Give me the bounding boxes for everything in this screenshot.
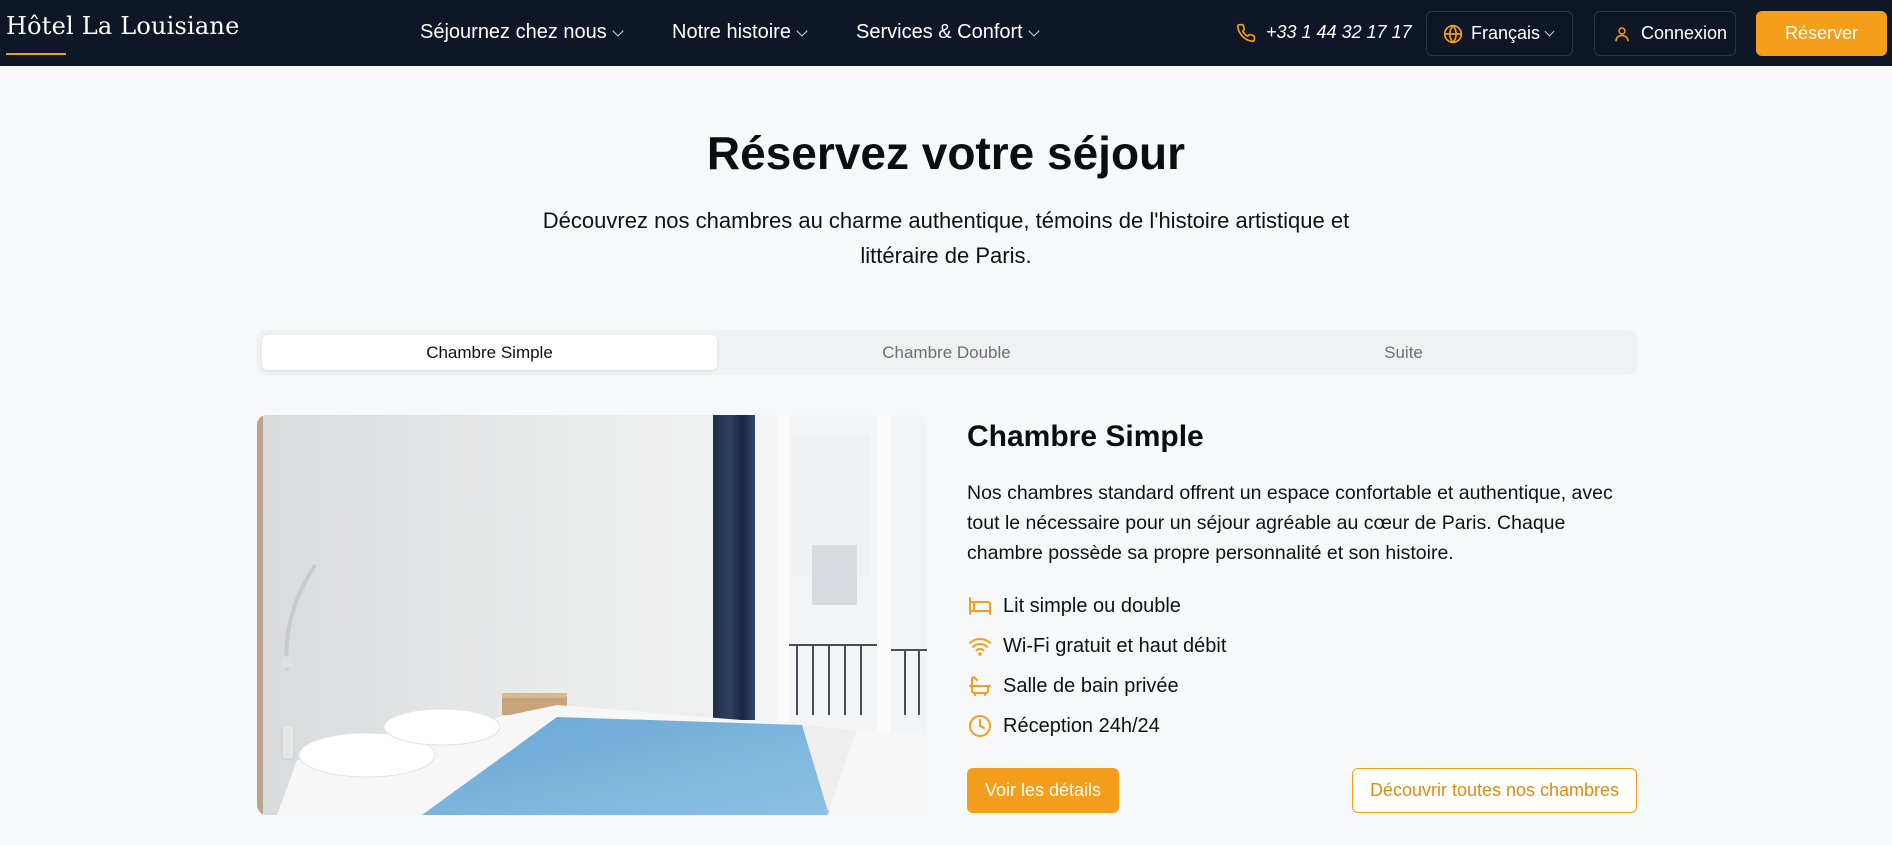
feature-item: Salle de bain privée bbox=[967, 666, 1226, 706]
page-title: Réservez votre séjour bbox=[706, 127, 1186, 179]
tab-chambre-simple[interactable]: Chambre Simple bbox=[262, 335, 717, 370]
globe-icon bbox=[1443, 23, 1463, 44]
menu-sejournez[interactable]: Séjournez chez nous bbox=[420, 21, 624, 44]
reserve-button[interactable]: Réserver bbox=[1756, 11, 1887, 56]
phone-number: +33 1 44 32 17 17 bbox=[1266, 22, 1412, 42]
discover-all-rooms-button[interactable]: Découvrir toutes nos chambres bbox=[1352, 768, 1637, 813]
menu-histoire[interactable]: Notre histoire bbox=[672, 21, 808, 44]
room-title: Chambre Simple bbox=[967, 420, 1204, 453]
top-navbar: Hôtel La Louisiane Séjournez chez nous N… bbox=[0, 0, 1892, 66]
room-features-list: Lit simple ou double Wi-Fi gratuit et ha… bbox=[967, 586, 1226, 746]
menu-sejournez-label: Séjournez chez nous bbox=[420, 21, 607, 43]
chevron-down-icon bbox=[1028, 24, 1040, 37]
feature-item: Lit simple ou double bbox=[967, 586, 1226, 626]
bed-icon bbox=[967, 593, 993, 619]
language-selector[interactable]: Français bbox=[1426, 11, 1573, 56]
feature-label: Réception 24h/24 bbox=[1003, 714, 1160, 737]
room-description: Nos chambres standard offrent un espace … bbox=[967, 482, 1613, 564]
room-photo bbox=[257, 415, 927, 815]
login-label: Connexion bbox=[1641, 23, 1728, 43]
feature-item: Wi-Fi gratuit et haut débit bbox=[967, 626, 1226, 666]
user-icon bbox=[1615, 26, 1629, 41]
page-subtitle: Découvrez nos chambres au charme authent… bbox=[542, 208, 1350, 268]
feature-label: Wi-Fi gratuit et haut débit bbox=[1003, 634, 1227, 657]
tab-suite[interactable]: Suite bbox=[1176, 335, 1631, 370]
feature-label: Salle de bain privée bbox=[1003, 674, 1179, 697]
login-button[interactable]: Connexion bbox=[1594, 11, 1736, 56]
chevron-down-icon bbox=[1544, 26, 1555, 37]
menu-histoire-label: Notre histoire bbox=[672, 21, 791, 43]
chevron-down-icon bbox=[796, 24, 808, 37]
room-type-tabs: Chambre Simple Chambre Double Suite bbox=[257, 330, 1637, 375]
phone-icon bbox=[1236, 23, 1256, 42]
menu-services-label: Services & Confort bbox=[856, 21, 1023, 43]
clock-icon bbox=[967, 713, 993, 739]
view-details-button[interactable]: Voir les détails bbox=[967, 768, 1119, 813]
tab-chambre-double[interactable]: Chambre Double bbox=[719, 335, 1174, 370]
logo-underline bbox=[6, 53, 66, 55]
menu-services[interactable]: Services & Confort bbox=[856, 21, 1040, 44]
hotel-logo[interactable]: Hôtel La Louisiane bbox=[6, 12, 240, 40]
feature-item: Réception 24h/24 bbox=[967, 706, 1226, 746]
bath-icon bbox=[967, 673, 993, 699]
feature-label: Lit simple ou double bbox=[1003, 594, 1181, 617]
language-label: Français bbox=[1471, 23, 1541, 43]
phone-link[interactable]: +33 1 44 32 17 17 bbox=[1236, 22, 1412, 43]
wifi-icon bbox=[967, 633, 993, 659]
chevron-down-icon bbox=[612, 24, 624, 37]
